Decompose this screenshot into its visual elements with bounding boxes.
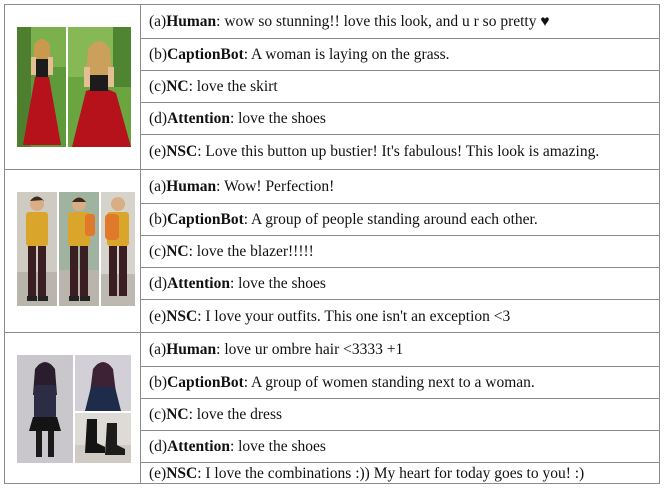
model-name: CaptionBot — [167, 210, 244, 228]
example-1: (a) Human: wow so stunning!! love this l… — [5, 5, 659, 169]
woman-ombre-hair-photo-1 — [17, 355, 73, 463]
caption-human: (a) Human: love ur ombre hair <3333 +1 — [149, 340, 404, 358]
caption-attention: (d) Attention: love the shoes — [141, 430, 659, 462]
caption-captionbot: (b) CaptionBot: A group of people standi… — [141, 203, 659, 235]
caption-nsc: (e) NSC: I love your outfits. This one i… — [141, 299, 659, 333]
comparison-table: (a) Human: wow so stunning!! love this l… — [4, 4, 660, 484]
model-name: CaptionBot — [167, 373, 244, 391]
man-yellow-sweater-photo-3 — [101, 192, 135, 306]
model-name: Attention — [167, 437, 230, 455]
model-name: NSC — [166, 143, 198, 161]
caption-attention: (d) Attention: love the shoes — [141, 102, 659, 134]
example-2-image-cell — [5, 170, 141, 333]
example-3: (a) Human: love ur ombre hair <3333 +1 (… — [5, 332, 659, 484]
example-3-captions: (a) Human: love ur ombre hair <3333 +1 (… — [141, 333, 659, 484]
woman-red-skirt-photo-left — [17, 27, 66, 147]
caption-captionbot: (b) CaptionBot: A group of women standin… — [141, 366, 659, 398]
model-name: Attention — [167, 274, 230, 292]
woman-red-skirt-photo-right — [68, 27, 131, 147]
model-name: Human — [166, 12, 217, 30]
example-2: (a) Human: Wow! Perfection! (b) CaptionB… — [5, 169, 659, 333]
model-name: Human — [166, 177, 217, 195]
example-2-captions: (a) Human: Wow! Perfection! (b) CaptionB… — [141, 170, 659, 333]
man-yellow-sweater-photo-2 — [59, 192, 99, 306]
man-yellow-sweater-photo-1 — [17, 192, 57, 306]
ankle-boots-photo — [75, 413, 131, 463]
example-1-captions: (a) Human: wow so stunning!! love this l… — [141, 5, 659, 169]
example-3-image-cell — [5, 333, 141, 484]
model-name: NSC — [166, 464, 198, 482]
woman-ombre-hair-photo-2 — [75, 355, 131, 411]
model-name: NC — [166, 242, 189, 260]
caption-captionbot: (b) CaptionBot: A woman is laying on the… — [141, 38, 659, 70]
model-name: Attention — [167, 109, 230, 127]
caption-attention: (d) Attention: love the shoes — [141, 267, 659, 299]
caption-human: (a) Human: Wow! Perfection! — [149, 177, 335, 195]
caption-nc: (c) NC: love the skirt — [141, 70, 659, 102]
example-1-image-cell — [5, 5, 141, 169]
model-name: Human — [166, 340, 217, 358]
model-name: NSC — [166, 307, 198, 325]
model-name: NC — [166, 77, 189, 95]
caption-nsc: (e) NSC: I love the combinations :)) My … — [141, 462, 659, 484]
caption-human: (a) Human: wow so stunning!! love this l… — [149, 12, 550, 30]
caption-nsc: (e) NSC: Love this button up bustier! It… — [141, 134, 659, 169]
caption-nc: (c) NC: love the blazer!!!!! — [141, 235, 659, 267]
model-name: CaptionBot — [167, 45, 244, 63]
model-name: NC — [166, 405, 189, 423]
caption-nc: (c) NC: love the dress — [141, 398, 659, 430]
